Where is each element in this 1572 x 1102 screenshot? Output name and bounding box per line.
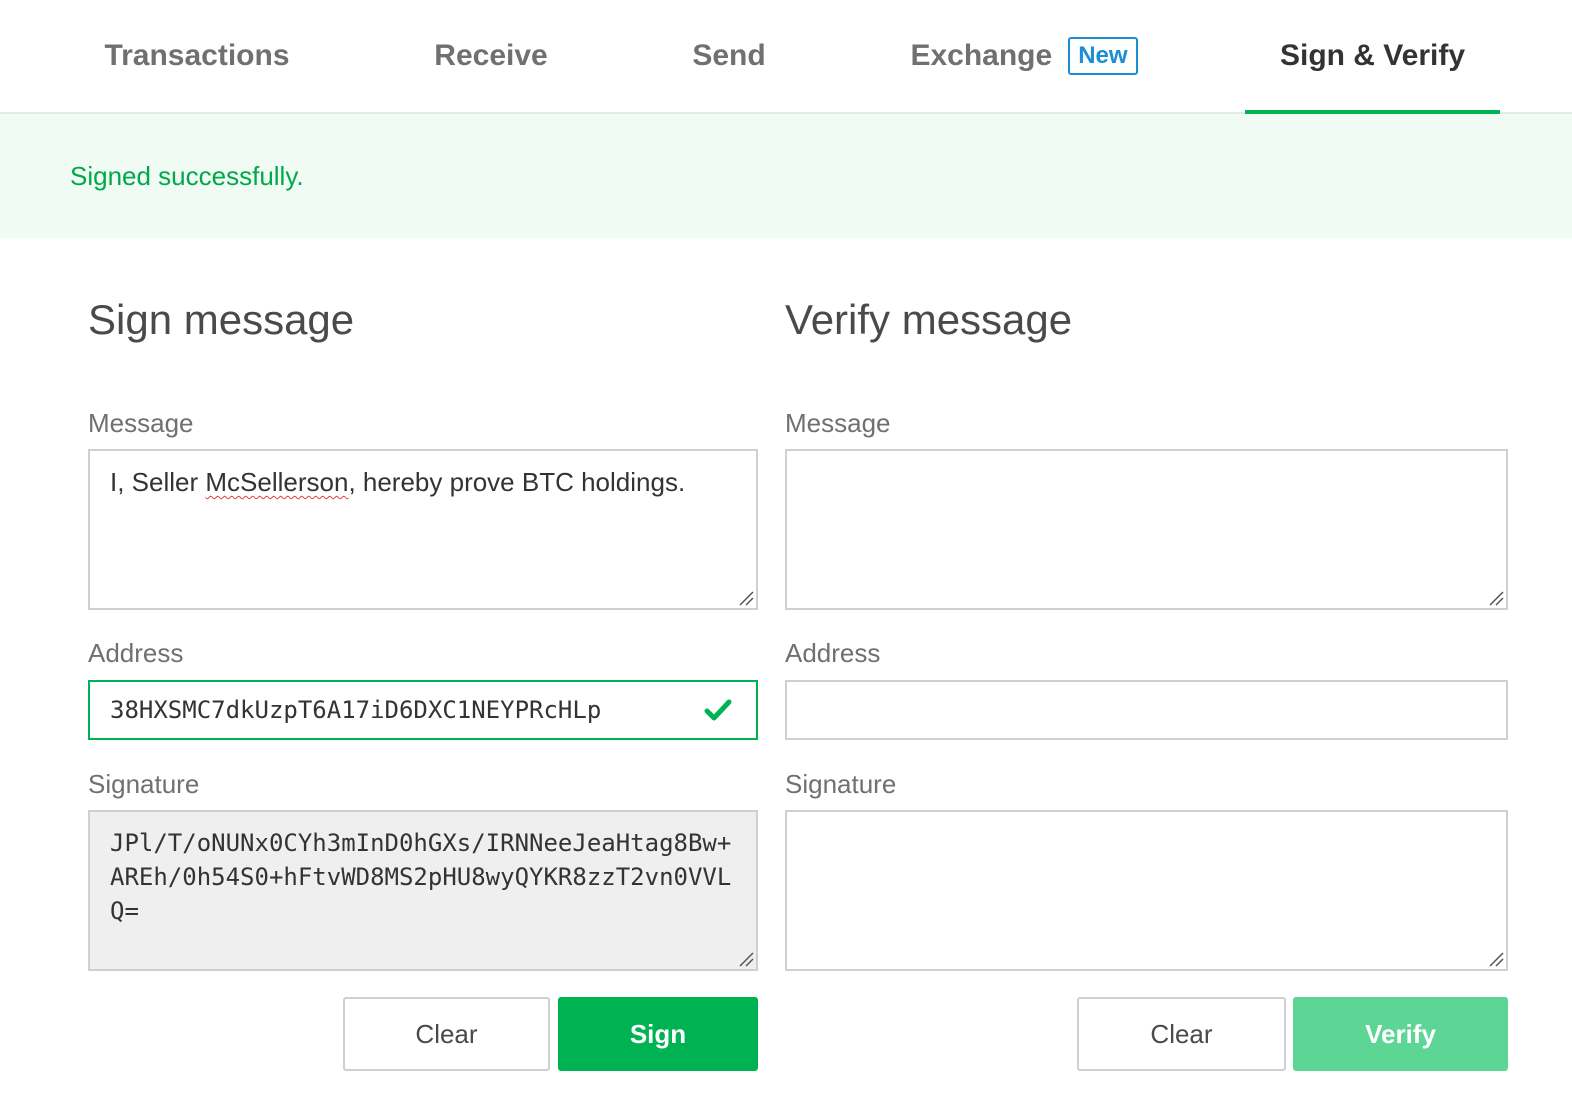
tab-label: Sign & Verify — [1279, 39, 1466, 72]
tab-receive[interactable]: Receive — [400, 0, 582, 112]
message-text-post: , hereby prove BTC holdings. — [348, 467, 686, 497]
main-tabs: Transactions Receive Send Exchange New S… — [0, 0, 1572, 114]
sign-signature-label: Signature — [88, 769, 200, 799]
verify-button[interactable]: Verify — [1293, 997, 1508, 1071]
verify-signature-label: Signature — [785, 769, 897, 799]
tab-exchange[interactable]: Exchange New — [900, 0, 1148, 112]
message-text-pre: I, Seller — [110, 467, 206, 497]
verify-address-input[interactable] — [785, 680, 1508, 740]
verify-address-label: Address — [785, 638, 881, 668]
sign-message-textarea[interactable]: I, Seller McSellerson, hereby prove BTC … — [88, 449, 758, 610]
verify-section-title: Verify message — [785, 296, 1073, 343]
resize-grip-icon[interactable] — [1488, 951, 1504, 967]
verify-message-textarea[interactable] — [785, 449, 1508, 610]
sign-address-input[interactable]: 38HXSMC7dkUzpT6A17iD6DXC1NEYPRcHLp — [88, 680, 758, 740]
address-value: 38HXSMC7dkUzpT6A17iD6DXC1NEYPRcHLp — [110, 696, 602, 724]
tab-label: Transactions — [104, 39, 290, 72]
resize-grip-icon[interactable] — [738, 590, 754, 606]
tab-label: Send — [692, 39, 766, 72]
misspelled-word: McSellerson — [205, 467, 349, 497]
new-badge: New — [1068, 37, 1138, 75]
tab-send[interactable]: Send — [670, 0, 788, 112]
success-banner: Signed successfully. — [0, 114, 1572, 238]
sign-address-label: Address — [88, 638, 184, 668]
tab-label: Receive — [434, 39, 548, 72]
sign-section-title: Sign message — [88, 296, 355, 343]
tab-sign-verify[interactable]: Sign & Verify — [1245, 0, 1500, 114]
checkmark-icon — [704, 699, 732, 721]
sign-clear-button[interactable]: Clear — [343, 997, 550, 1071]
tab-transactions[interactable]: Transactions — [90, 0, 304, 112]
sign-button[interactable]: Sign — [558, 997, 758, 1071]
resize-grip-icon[interactable] — [738, 951, 754, 967]
verify-message-label: Message — [785, 408, 891, 438]
resize-grip-icon[interactable] — [1488, 590, 1504, 606]
tab-label: Exchange — [910, 39, 1053, 72]
verify-signature-textarea[interactable] — [785, 810, 1508, 971]
sign-signature-textarea[interactable]: JPl/T/oNUNx0CYh3mInD0hGXs/IRNNeeJeaHtag8… — [88, 810, 758, 971]
verify-clear-button[interactable]: Clear — [1077, 997, 1286, 1071]
sign-message-label: Message — [88, 408, 194, 438]
signature-value: JPl/T/oNUNx0CYh3mInD0hGXs/IRNNeeJeaHtag8… — [110, 829, 732, 925]
success-message: Signed successfully. — [70, 160, 304, 191]
